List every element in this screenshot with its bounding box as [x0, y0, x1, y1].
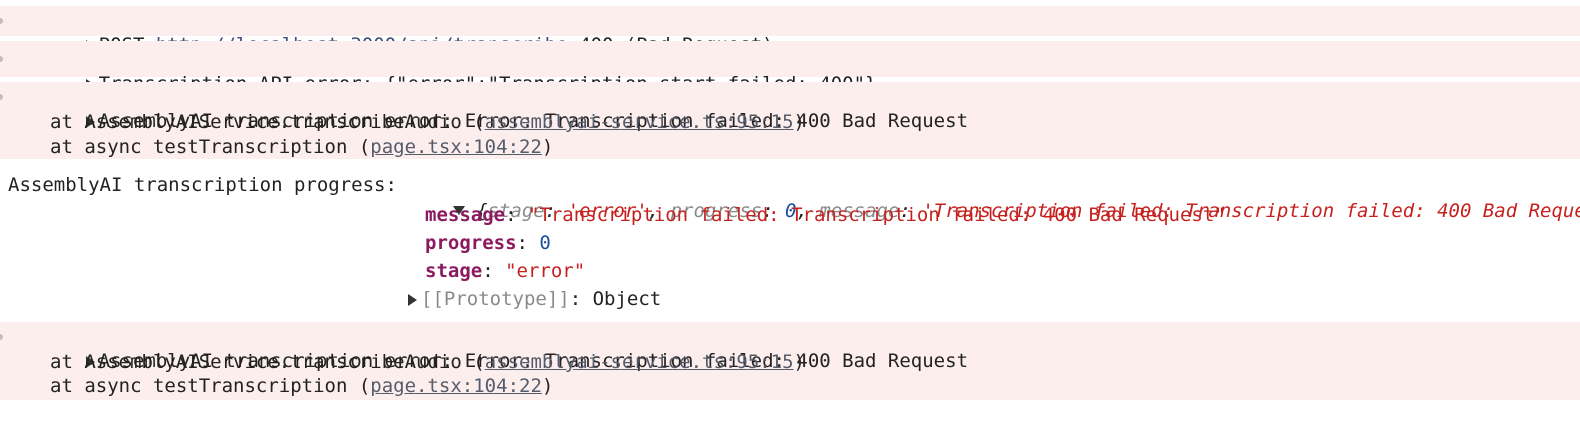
error-marker	[0, 56, 3, 62]
object-prototype[interactable]: [[Prototype]]: Object	[408, 287, 661, 311]
object-property: progress: 0	[425, 232, 551, 254]
error-marker	[0, 334, 3, 340]
stack-frame: at AssemblyAIService.transcribeAudio (as…	[50, 351, 805, 373]
object-preview[interactable]: {stage: 'error', progress: 0, message: '…	[384, 175, 1580, 222]
error-marker	[0, 18, 3, 24]
expand-triangle-icon[interactable]	[408, 294, 417, 306]
log-label: AssemblyAI transcription progress:	[8, 174, 397, 196]
source-link[interactable]: page.tsx:104:22	[370, 375, 542, 397]
error-marker	[0, 94, 3, 100]
source-link[interactable]: assemblyai-service.ts:95:15	[485, 111, 794, 133]
stack-frame: at async testTranscription (page.tsx:104…	[50, 375, 554, 397]
source-link[interactable]: page.tsx:104:22	[370, 136, 542, 158]
console-error-assemblyai: AssemblyAI transcription error: Error: T…	[0, 322, 1580, 400]
stack-frame: at AssemblyAIService.transcribeAudio (as…	[50, 111, 805, 133]
console-error-network: POST http://localhost:3000/api/transcrib…	[0, 6, 1580, 56]
console-error-api: Transcription API error: {"error":"Trans…	[0, 41, 1580, 95]
console-error-assemblyai: AssemblyAI transcription error: Error: T…	[0, 82, 1580, 159]
source-link[interactable]: assemblyai-service.ts:95:15	[485, 351, 794, 373]
object-property: message: "Transcription failed: Transcri…	[425, 204, 1226, 226]
devtools-console: POST http://localhost:3000/api/transcrib…	[0, 0, 1580, 423]
console-log-progress: AssemblyAI transcription progress: {stag…	[0, 164, 1580, 318]
stack-frame: at async testTranscription (page.tsx:104…	[50, 136, 554, 158]
object-property: stage: "error"	[425, 260, 586, 282]
